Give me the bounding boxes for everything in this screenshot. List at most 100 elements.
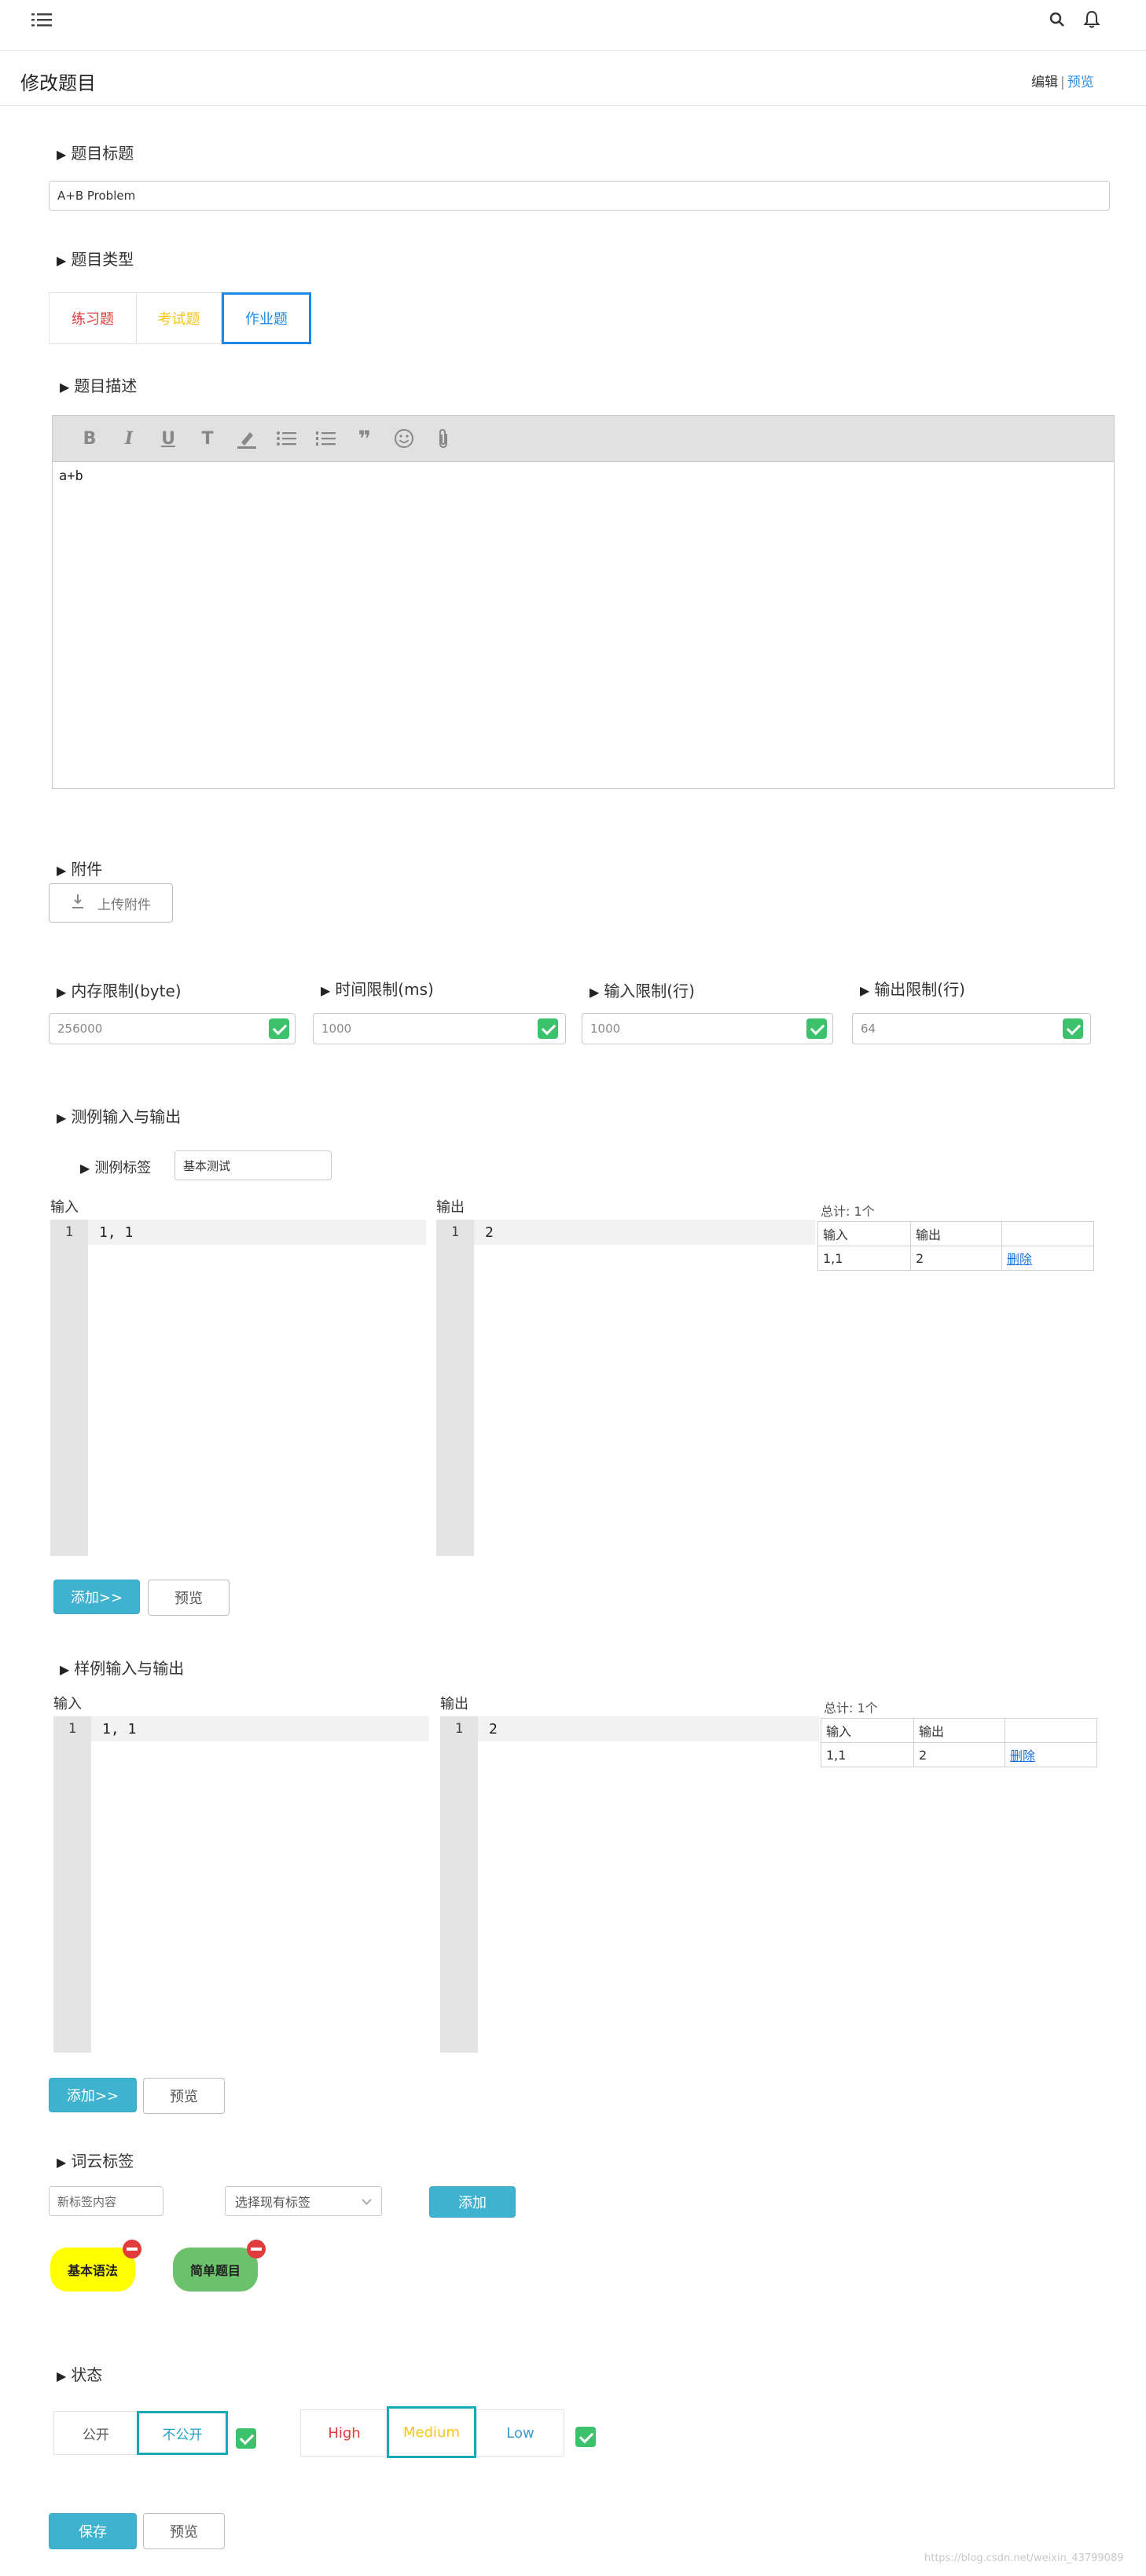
- table-row: 1,1 2 删除: [817, 1246, 1094, 1271]
- sample-input-code-editor[interactable]: 1 1, 1: [53, 1716, 429, 2053]
- final-preview-button[interactable]: 预览: [143, 2513, 225, 2549]
- table-header-row: 输入 输出: [821, 1718, 1097, 1743]
- section-type-label: 题目类型: [57, 247, 134, 270]
- mode-separator: |: [1060, 75, 1065, 90]
- test-input-label: 输入: [50, 1199, 79, 1216]
- input-limit-label: 输入限制(行): [590, 978, 695, 1001]
- bell-icon[interactable]: [1083, 10, 1100, 29]
- text-icon[interactable]: T: [194, 425, 221, 452]
- sample-total-count: 总计: 1个: [824, 1701, 878, 1715]
- sample-input-label: 输入: [53, 1696, 82, 1712]
- add-tag-button[interactable]: 添加: [429, 2186, 516, 2218]
- visibility-private-option[interactable]: 不公开: [137, 2411, 228, 2455]
- case-action-cell: 删除: [1005, 1742, 1097, 1767]
- top-bar: [0, 0, 1146, 50]
- watermark: https://blog.csdn.net/weixin_43799089: [924, 2552, 1124, 2564]
- description-editor[interactable]: a+b: [52, 462, 1115, 789]
- code-line: 1, 1: [91, 1716, 429, 1741]
- search-icon[interactable]: [1049, 11, 1066, 28]
- upload-attachment-button[interactable]: 上传附件: [49, 883, 173, 923]
- highlighter-icon[interactable]: [233, 425, 260, 452]
- code-line: 2: [474, 1220, 815, 1245]
- tag-chip[interactable]: 简单题目: [173, 2248, 258, 2292]
- bold-icon[interactable]: B: [76, 425, 103, 452]
- sample-output-label: 输出: [440, 1696, 468, 1712]
- output-limit-input[interactable]: 64: [852, 1013, 1091, 1044]
- delete-case-link[interactable]: 删除: [1007, 1252, 1032, 1267]
- section-test-label: 测例输入与输出: [57, 1104, 181, 1127]
- sample-output-code-editor[interactable]: 1 2: [440, 1716, 819, 2053]
- line-gutter: [50, 1220, 88, 1556]
- download-icon: [71, 894, 85, 913]
- save-button[interactable]: 保存: [49, 2513, 137, 2549]
- emoji-icon[interactable]: [391, 425, 417, 452]
- test-cases-table: 输入 输出 1,1 2 删除: [817, 1221, 1094, 1271]
- table-header-output: 输出: [910, 1221, 1002, 1246]
- section-sample-label: 样例输入与输出: [60, 1656, 184, 1679]
- section-desc-label: 题目描述: [60, 373, 137, 396]
- type-practice-option[interactable]: 练习题: [49, 292, 137, 344]
- difficulty-high-option[interactable]: High: [300, 2409, 388, 2457]
- upload-attachment-label: 上传附件: [97, 897, 151, 913]
- test-total-count: 总计: 1个: [821, 1204, 875, 1219]
- type-exam-option[interactable]: 考试题: [137, 292, 222, 344]
- section-tags-label: 词云标签: [57, 2149, 134, 2171]
- sample-add-button[interactable]: 添加>>: [49, 2078, 137, 2112]
- case-action-cell: 删除: [1001, 1246, 1094, 1271]
- memory-limit-input[interactable]: 256000: [49, 1013, 296, 1044]
- remove-tag-icon[interactable]: [123, 2240, 141, 2259]
- existing-tag-select[interactable]: 选择现有标签: [225, 2186, 382, 2216]
- mode-preview-link[interactable]: 预览: [1067, 75, 1094, 90]
- time-limit-input[interactable]: 1000: [313, 1013, 566, 1044]
- code-line: 1, 1: [88, 1220, 426, 1245]
- test-tag-label: 测例标签: [80, 1157, 151, 1177]
- memory-limit-check-icon: [269, 1018, 289, 1039]
- bullet-list-icon[interactable]: [273, 425, 299, 452]
- rich-editor-toolbar: B I U T ❞: [52, 415, 1115, 462]
- time-limit-check-icon: [538, 1018, 558, 1039]
- section-status-label: 状态: [57, 2362, 102, 2385]
- section-attachment-label: 附件: [57, 857, 102, 879]
- italic-icon[interactable]: I: [116, 425, 142, 452]
- table-header-input: 输入: [817, 1221, 911, 1246]
- remove-tag-icon[interactable]: [247, 2240, 266, 2259]
- sample-cases-table: 输入 输出 1,1 2 删除: [821, 1718, 1097, 1767]
- test-input-code-editor[interactable]: 1 1, 1: [50, 1220, 426, 1556]
- input-limit-input[interactable]: 1000: [582, 1013, 833, 1044]
- input-limit-check-icon: [806, 1018, 827, 1039]
- section-title-label: 题目标题: [57, 141, 134, 163]
- line-number: 1: [450, 1224, 460, 1240]
- test-preview-button[interactable]: 预览: [148, 1580, 230, 1616]
- delete-case-link[interactable]: 删除: [1010, 1749, 1035, 1763]
- page-title: 修改题目: [20, 72, 96, 94]
- sample-preview-button[interactable]: 预览: [143, 2078, 225, 2114]
- mode-edit-link[interactable]: 编辑: [1031, 75, 1058, 90]
- output-limit-check-icon: [1063, 1018, 1083, 1039]
- test-tag-input[interactable]: 基本测试: [174, 1150, 332, 1180]
- mode-switch: 编辑 | 预览: [1031, 71, 1094, 90]
- underline-icon[interactable]: U: [155, 425, 182, 452]
- line-number: 1: [454, 1721, 464, 1737]
- title-input[interactable]: A+B Problem: [49, 181, 1110, 211]
- test-output-label: 输出: [436, 1199, 465, 1216]
- test-output-code-editor[interactable]: 1 2: [436, 1220, 815, 1556]
- test-add-button[interactable]: 添加>>: [53, 1580, 140, 1614]
- line-number: 1: [68, 1721, 77, 1737]
- memory-limit-label: 内存限制(byte): [57, 978, 181, 1001]
- visibility-public-option[interactable]: 公开: [53, 2411, 138, 2455]
- new-tag-input[interactable]: 新标签内容: [49, 2186, 163, 2216]
- difficulty-check-icon: [575, 2427, 596, 2447]
- existing-tag-placeholder: 选择现有标签: [235, 2195, 311, 2210]
- tag-chip[interactable]: 基本语法: [50, 2248, 135, 2292]
- case-output: 2: [913, 1742, 1005, 1767]
- table-header-output: 输出: [913, 1718, 1005, 1743]
- attachment-icon[interactable]: [430, 425, 457, 452]
- numbered-list-icon[interactable]: [312, 425, 339, 452]
- quote-icon[interactable]: ❞: [351, 425, 378, 452]
- difficulty-medium-option[interactable]: Medium: [387, 2406, 476, 2458]
- type-homework-option[interactable]: 作业题: [222, 292, 311, 344]
- table-header-action: [1005, 1718, 1097, 1743]
- menu-icon[interactable]: [31, 11, 52, 28]
- difficulty-low-option[interactable]: Low: [476, 2409, 564, 2457]
- case-input: 1,1: [817, 1246, 911, 1271]
